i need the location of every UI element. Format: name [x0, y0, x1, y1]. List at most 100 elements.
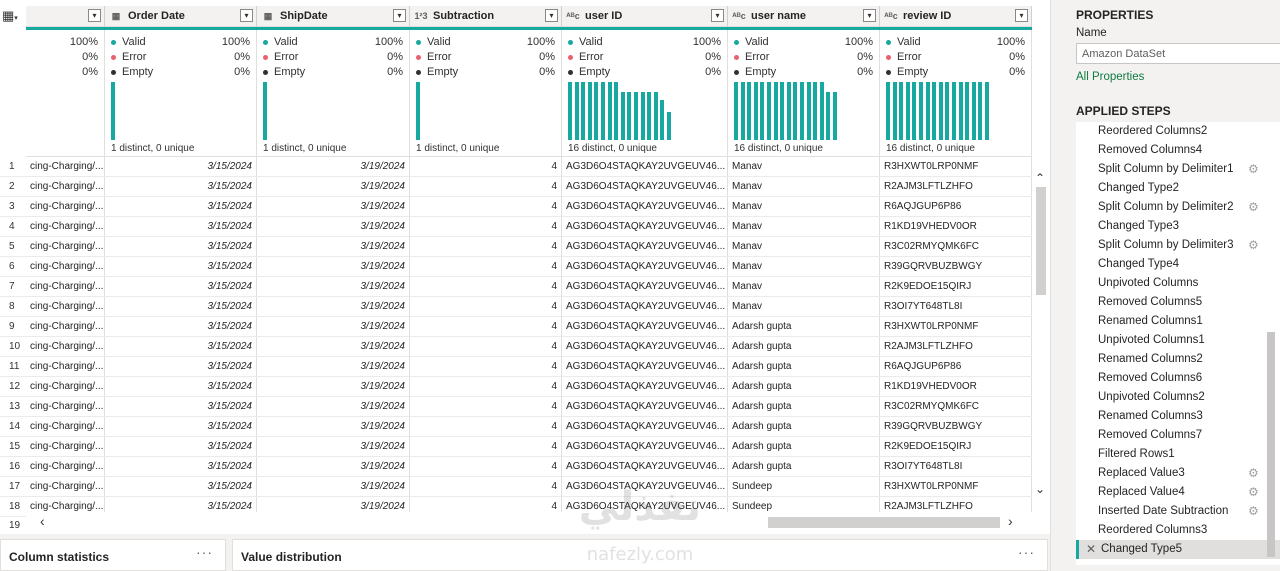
cell-user-name[interactable]: Adarsh gupta — [728, 377, 880, 396]
cell-subtraction[interactable]: 4 — [410, 377, 562, 396]
cell-order-date[interactable]: 3/15/2024 — [105, 277, 257, 296]
cell-user-id[interactable]: AG3D6O4STAQKAY2UVGEUV46... — [562, 197, 728, 216]
cell-first[interactable]: cing-Charging/... — [26, 237, 105, 256]
distribution-bar[interactable] — [793, 82, 798, 140]
step-settings-gear-icon[interactable]: ⚙ — [1248, 198, 1259, 217]
table-row[interactable]: 16 cing-Charging/... 3/15/2024 3/19/2024 4 AG… — [0, 457, 1032, 477]
cell-review-id[interactable]: R3C02RMYQMK6FC — [880, 397, 1032, 416]
table-row[interactable]: 15 cing-Charging/... 3/15/2024 3/19/2024 4 AG… — [0, 437, 1032, 457]
table-row[interactable]: 4 cing-Charging/... 3/15/2024 3/19/2024 4 AG3… — [0, 217, 1032, 237]
horizontal-scrollbar[interactable]: ‹ › — [26, 512, 1032, 534]
cell-first[interactable]: cing-Charging/... — [26, 177, 105, 196]
distribution-bar[interactable] — [971, 82, 976, 140]
applied-step[interactable]: Removed Columns5 — [1076, 293, 1280, 312]
distribution-bar[interactable] — [819, 82, 824, 140]
cell-subtraction[interactable]: 4 — [410, 177, 562, 196]
applied-step[interactable]: Removed Columns6 — [1076, 369, 1280, 388]
cell-user-id[interactable]: AG3D6O4STAQKAY2UVGEUV46... — [562, 337, 728, 356]
applied-step[interactable]: Replaced Value4 ⚙ — [1076, 483, 1280, 502]
applied-step[interactable]: Renamed Columns3 — [1076, 407, 1280, 426]
distribution-bar[interactable] — [800, 82, 804, 140]
cell-shipdate[interactable]: 3/19/2024 — [257, 357, 410, 376]
table-row[interactable]: 14 cing-Charging/... 3/15/2024 3/19/2024 4 AG… — [0, 417, 1032, 437]
cell-subtraction[interactable]: 4 — [410, 357, 562, 376]
distribution-bar[interactable] — [581, 82, 586, 140]
cell-user-name[interactable]: Manav — [728, 257, 880, 276]
distribution-bar[interactable] — [952, 82, 956, 140]
table-row[interactable]: 8 cing-Charging/... 3/15/2024 3/19/2024 4 AG3… — [0, 297, 1032, 317]
cell-first[interactable]: cing-Charging/... — [26, 277, 105, 296]
cell-review-id[interactable]: R3OI7YT648TL8I — [880, 297, 1032, 316]
cell-user-name[interactable]: Manav — [728, 237, 880, 256]
table-row[interactable]: 13 cing-Charging/... 3/15/2024 3/19/2024 4 AG… — [0, 397, 1032, 417]
cell-subtraction[interactable]: 4 — [410, 157, 562, 176]
cell-user-name[interactable]: Adarsh gupta — [728, 357, 880, 376]
distribution-bar[interactable] — [945, 82, 950, 140]
distribution-bar[interactable] — [912, 82, 917, 140]
step-settings-gear-icon[interactable]: ⚙ — [1248, 236, 1259, 255]
calendar-icon[interactable]: ▦ — [108, 11, 124, 21]
distribution-bar[interactable] — [647, 92, 652, 140]
cell-user-name[interactable]: Manav — [728, 177, 880, 196]
filter-dropdown-icon[interactable]: ▾ — [711, 9, 724, 22]
filter-dropdown-icon[interactable]: ▾ — [1015, 9, 1028, 22]
cell-subtraction[interactable]: 4 — [410, 277, 562, 296]
column-header-first[interactable]: ▾ — [26, 6, 105, 27]
table-row[interactable]: 5 cing-Charging/... 3/15/2024 3/19/2024 4 AG3… — [0, 237, 1032, 257]
distribution-bar[interactable] — [640, 92, 645, 140]
scroll-down-icon[interactable]: ⌄ — [1035, 482, 1045, 496]
applied-step[interactable]: Unpivoted Columns1 — [1076, 331, 1280, 350]
cell-order-date[interactable]: 3/15/2024 — [105, 417, 257, 436]
cell-subtraction[interactable]: 4 — [410, 217, 562, 236]
distribution-bar[interactable] — [833, 92, 837, 140]
cell-review-id[interactable]: R2AJM3LFTLZHFO — [880, 337, 1032, 356]
cell-first[interactable]: cing-Charging/... — [26, 217, 105, 236]
cell-user-id[interactable]: AG3D6O4STAQKAY2UVGEUV46... — [562, 297, 728, 316]
cell-first[interactable]: cing-Charging/... — [26, 477, 105, 496]
applied-step[interactable]: Reordered Columns3 — [1076, 521, 1280, 540]
cell-subtraction[interactable]: 4 — [410, 197, 562, 216]
cell-subtraction[interactable]: 4 — [410, 457, 562, 476]
distribution-bar[interactable] — [594, 82, 599, 140]
cell-user-id[interactable]: AG3D6O4STAQKAY2UVGEUV46... — [562, 277, 728, 296]
cell-first[interactable]: cing-Charging/... — [26, 297, 105, 316]
filter-dropdown-icon[interactable]: ▾ — [863, 9, 876, 22]
text-type-icon[interactable]: ᴬᴮc — [883, 11, 899, 21]
cell-shipdate[interactable]: 3/19/2024 — [257, 297, 410, 316]
cell-shipdate[interactable]: 3/19/2024 — [257, 237, 410, 256]
cell-order-date[interactable]: 3/15/2024 — [105, 297, 257, 316]
cell-user-name[interactable]: Adarsh gupta — [728, 457, 880, 476]
cell-review-id[interactable]: R6AQJGUP6P86 — [880, 357, 1032, 376]
distribution-bar[interactable] — [653, 92, 658, 140]
text-type-icon[interactable]: ᴬᴮc — [731, 11, 747, 21]
cell-shipdate[interactable]: 3/19/2024 — [257, 197, 410, 216]
distribution-bar[interactable] — [806, 82, 811, 140]
cell-order-date[interactable]: 3/15/2024 — [105, 197, 257, 216]
distribution-bar[interactable] — [813, 82, 818, 140]
distribution-bar[interactable] — [667, 112, 671, 140]
cell-first[interactable]: cing-Charging/... — [26, 317, 105, 336]
cell-user-name[interactable]: Manav — [728, 197, 880, 216]
cell-review-id[interactable]: R3C02RMYQMK6FC — [880, 237, 1032, 256]
distribution-bar[interactable] — [767, 82, 771, 140]
cell-user-name[interactable]: Adarsh gupta — [728, 397, 880, 416]
cell-shipdate[interactable]: 3/19/2024 — [257, 477, 410, 496]
distribution-bar[interactable] — [958, 82, 963, 140]
cell-user-name[interactable]: Manav — [728, 277, 880, 296]
distribution-bar[interactable] — [786, 82, 791, 140]
cell-review-id[interactable]: R3HXWT0LRP0NMF — [880, 157, 1032, 176]
vertical-scrollbar[interactable]: ⌃ ⌄ — [1032, 157, 1050, 512]
cell-order-date[interactable]: 3/15/2024 — [105, 477, 257, 496]
cell-review-id[interactable]: R2K9EDOE15QIRJ — [880, 437, 1032, 456]
cell-user-name[interactable]: Adarsh gupta — [728, 337, 880, 356]
cell-user-id[interactable]: AG3D6O4STAQKAY2UVGEUV46... — [562, 377, 728, 396]
distribution-bar[interactable] — [892, 82, 897, 140]
delete-step-icon[interactable]: ✕ — [1086, 540, 1096, 559]
scroll-thumb[interactable] — [1036, 187, 1046, 295]
step-settings-gear-icon[interactable]: ⚙ — [1248, 483, 1259, 502]
table-row[interactable]: 2 cing-Charging/... 3/15/2024 3/19/2024 4 AG3… — [0, 177, 1032, 197]
applied-step[interactable]: ✕ Changed Type5 — [1076, 540, 1280, 559]
distribution-bar[interactable] — [747, 82, 752, 140]
applied-step[interactable]: Renamed Columns2 — [1076, 350, 1280, 369]
distribution-bar[interactable] — [886, 82, 890, 140]
